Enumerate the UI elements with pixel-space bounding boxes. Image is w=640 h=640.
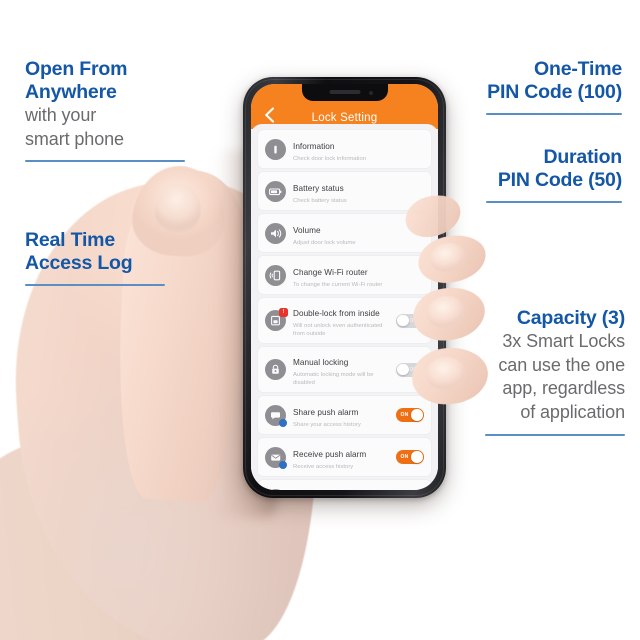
bell-badge-icon (279, 418, 287, 427)
callout-heading-line1: Capacity (3) (516, 307, 625, 329)
list-item-subtitle: Share your access history (293, 421, 361, 428)
refresh-wifi-icon (265, 488, 286, 490)
callout-sub-line1: with your (25, 105, 97, 125)
list-item[interactable]: Change Wi-Fi router To change the curren… (258, 256, 431, 294)
toggle-label: OFF (409, 317, 420, 324)
list-item-subtitle: Adjust door lock volume (293, 239, 356, 246)
callout-heading-line2: Access Log (25, 252, 133, 274)
bell-badge-icon (279, 460, 287, 469)
information-icon (265, 138, 286, 160)
callout-sub-line3: app, regardless (502, 378, 625, 398)
list-item[interactable]: Share push alarm Share your access histo… (258, 396, 431, 434)
callout-underline (25, 284, 165, 286)
toggle-manual-locking[interactable]: OFF (396, 362, 424, 377)
list-item-title: Battery status (293, 183, 344, 193)
callout-duration-pin-code: Duration PIN Code (50) (392, 146, 622, 203)
list-item[interactable]: Receive push alarm Receive access histor… (258, 438, 431, 476)
list-item-subtitle: Automatic locking mode will be disabled (293, 372, 374, 386)
list-item[interactable]: Update Wi-Fi Update to latest version of… (258, 480, 431, 490)
receive-alarm-icon (265, 446, 287, 469)
callout-underline (486, 201, 622, 203)
callout-heading-line2: PIN Code (50) (497, 169, 622, 191)
list-item-title: Information (293, 141, 335, 151)
list-item[interactable]: Volume Adjust door lock volume (258, 214, 431, 252)
callout-heading-line1: One-Time (534, 58, 622, 80)
share-alarm-icon (265, 404, 287, 427)
phone-screen: Lock Setting Information Check door lock… (251, 84, 438, 490)
callout-real-time-access-log: Real Time Access Log (25, 229, 215, 286)
callout-heading-line1: Open From (25, 58, 128, 80)
callout-sub-line2: smart phone (25, 128, 124, 149)
toggle-label: OFF (409, 366, 420, 373)
front-camera-icon (368, 90, 373, 95)
app-title: Lock Setting (311, 112, 378, 124)
toggle-label: ON (400, 412, 409, 418)
padlock-icon (265, 359, 286, 380)
hand-thumb (111, 167, 251, 503)
callout-capacity: Capacity (3) 3x Smart Locks can use the … (440, 307, 625, 436)
callout-underline (25, 160, 185, 162)
callout-sub-line4: of application (520, 401, 625, 422)
callout-heading-line1: Real Time (25, 229, 115, 251)
list-item-subtitle: Receive access history (293, 463, 354, 470)
list-item-title: Receive push alarm (293, 449, 367, 459)
double-lock-icon: ! (265, 308, 288, 331)
toggle-knob (397, 363, 409, 376)
callout-underline (485, 434, 625, 436)
volume-icon (265, 222, 286, 244)
callout-one-time-pin-code: One-Time PIN Code (100) (392, 58, 622, 115)
toggle-knob (411, 451, 423, 463)
callout-heading-line1: Duration (543, 146, 622, 168)
toggle-knob (411, 409, 423, 421)
alert-badge: ! (279, 308, 288, 317)
chevron-left-icon[interactable] (259, 104, 279, 126)
callout-heading-line2: Anywhere (25, 81, 117, 103)
list-item[interactable]: Manual locking Automatic locking mode wi… (258, 347, 431, 392)
list-item-title: Manual locking (293, 358, 349, 367)
toggle-double-lock[interactable]: OFF (396, 313, 424, 328)
hand-thumb-nail (152, 181, 204, 235)
toggle-knob (397, 314, 409, 327)
list-item-subtitle: Will not unlock even authenticated from … (293, 323, 383, 337)
list-item-subtitle: To change the current Wi-Fi router (293, 281, 383, 288)
poster-canvas: Lock Setting Information Check door lock… (0, 0, 640, 640)
callout-underline (486, 113, 622, 115)
toggle-receive-push-alarm[interactable]: ON (396, 450, 424, 464)
list-item[interactable]: ! Double-lock from inside Will not unloc… (258, 298, 431, 343)
list-item-title: Volume (293, 225, 321, 235)
toggle-share-push-alarm[interactable]: ON (396, 408, 424, 422)
callout-open-from-anywhere: Open From Anywhere with your smart phone (25, 58, 215, 162)
list-item-title: Change Wi-Fi router (293, 267, 368, 277)
list-item-title: Double-lock from inside (293, 309, 380, 318)
callout-sub-line1: 3x Smart Locks (502, 331, 625, 351)
list-item-title: Share push alarm (293, 407, 359, 417)
toggle-label: ON (400, 454, 409, 460)
callout-heading-line2: PIN Code (100) (487, 81, 622, 103)
battery-icon (265, 180, 286, 202)
earpiece-speaker-icon (329, 89, 360, 94)
callout-sub-line2: can use the one (498, 354, 625, 375)
wifi-router-icon (265, 264, 286, 286)
